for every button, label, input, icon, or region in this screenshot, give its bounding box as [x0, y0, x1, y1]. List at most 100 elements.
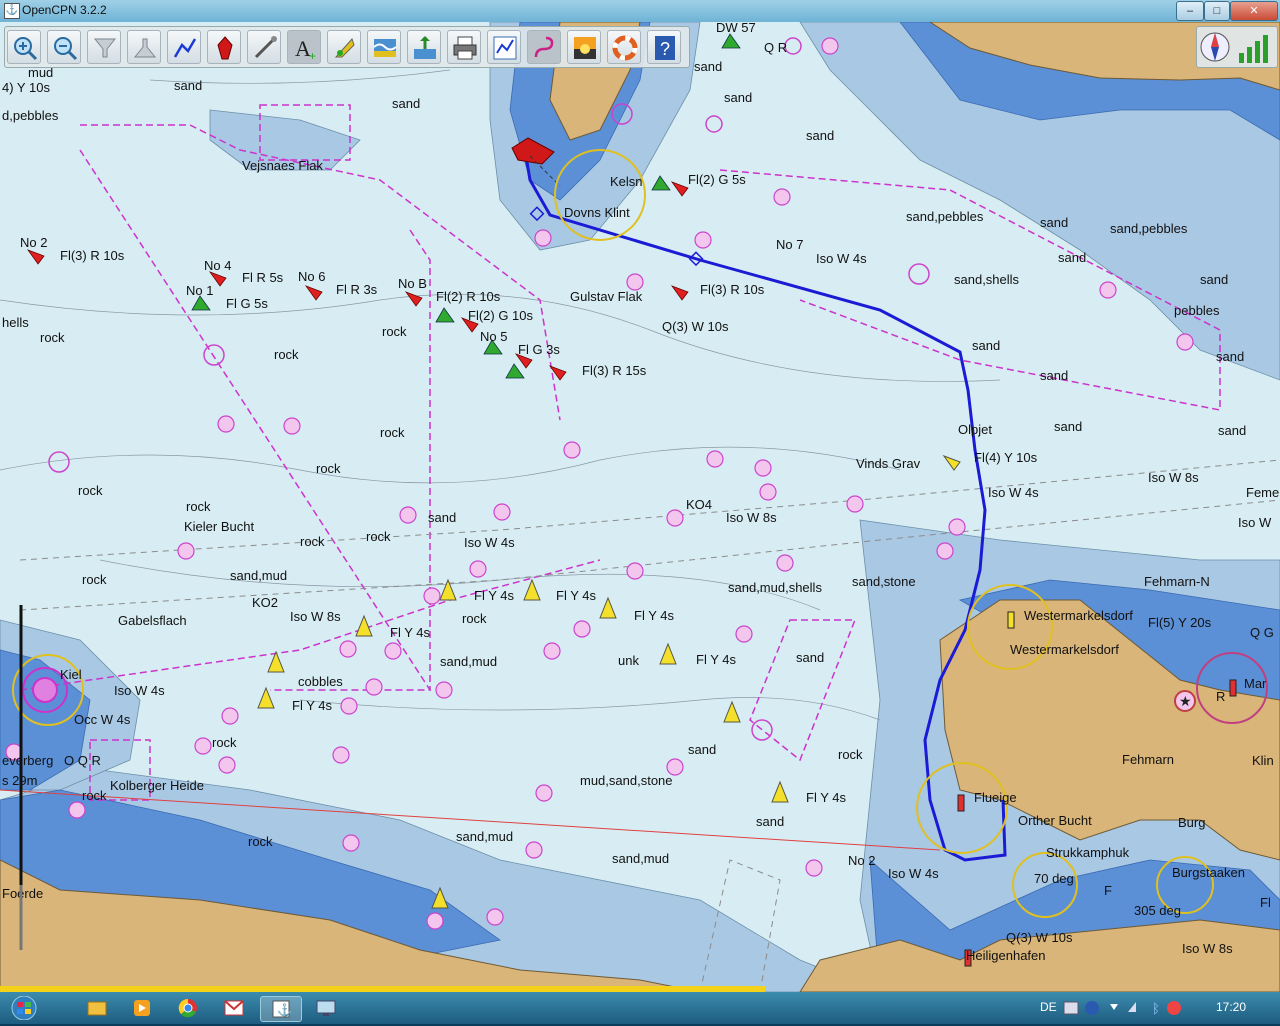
mob-button[interactable]	[607, 30, 641, 64]
svg-text:Fl R 5s: Fl R 5s	[242, 270, 284, 285]
svg-text:rock: rock	[366, 529, 391, 544]
sunset-icon	[574, 37, 596, 59]
svg-text:O Q R: O Q R	[64, 753, 101, 768]
svg-text:KO4: KO4	[686, 497, 712, 512]
funnel-up-icon	[133, 38, 157, 58]
help-tray-icon	[1085, 1001, 1099, 1015]
svg-text:Dovns Klint: Dovns Klint	[564, 205, 630, 220]
svg-text:rock: rock	[274, 347, 299, 362]
svg-text:Fl(5) Y 20s: Fl(5) Y 20s	[1148, 615, 1212, 630]
opencpn-icon: ⚓	[272, 1000, 292, 1018]
svg-text:rock: rock	[838, 747, 863, 762]
current-button[interactable]	[407, 30, 441, 64]
create-route-button[interactable]	[167, 30, 201, 64]
svg-text:Heiligenhafen: Heiligenhafen	[966, 948, 1046, 963]
network-icon	[1128, 1002, 1136, 1012]
taskbar-explorer[interactable]	[76, 996, 116, 1020]
track-icon	[534, 36, 554, 58]
close-button[interactable]: ✕	[1230, 1, 1278, 21]
svg-text:Fl(3) R 10s: Fl(3) R 10s	[700, 282, 765, 297]
svg-text:pebbles: pebbles	[1174, 303, 1220, 318]
svg-text:ᛒ: ᛒ	[1152, 1002, 1160, 1017]
svg-text:Iso W 8s: Iso W 8s	[1182, 941, 1233, 956]
svg-text:sand: sand	[724, 90, 752, 105]
svg-text:Q(3) W 10s: Q(3) W 10s	[662, 319, 729, 334]
svg-text:Westermarkelsdorf: Westermarkelsdorf	[1024, 608, 1133, 623]
text-a-icon: A+	[295, 36, 316, 61]
svg-text:Vinds Grav: Vinds Grav	[856, 456, 921, 471]
windows-taskbar: ⚓ DE ᛒ 17:20	[0, 986, 1280, 1024]
svg-text:Mar: Mar	[1244, 676, 1267, 691]
svg-text:Strukkamphuk: Strukkamphuk	[1046, 845, 1130, 860]
svg-text:Burg: Burg	[1178, 815, 1205, 830]
track-button[interactable]	[527, 30, 561, 64]
svg-text:Foerde: Foerde	[2, 886, 43, 901]
taskbar-chrome[interactable]	[168, 996, 208, 1020]
minimize-button[interactable]: –	[1176, 1, 1204, 21]
svg-text:No B: No B	[398, 276, 427, 291]
help-icon: ?	[655, 36, 675, 60]
svg-text:sand: sand	[1058, 250, 1086, 265]
zoom-in-button[interactable]	[7, 30, 41, 64]
svg-text:sand: sand	[694, 59, 722, 74]
svg-text:+: +	[309, 49, 316, 61]
print-button[interactable]	[447, 30, 481, 64]
window-titlebar: ⚓ OpenCPN 3.2.2 – □ ✕	[0, 0, 1280, 23]
tray-icons[interactable]: ᛒ	[1062, 998, 1182, 1018]
svg-text:KO2: KO2	[252, 595, 278, 610]
compass-rose-kiel	[32, 677, 58, 703]
svg-text:Fl G 3s: Fl G 3s	[518, 342, 560, 357]
svg-text:No 2: No 2	[848, 853, 875, 868]
clock[interactable]: 17:20	[1216, 1000, 1246, 1014]
svg-text:sand,shells: sand,shells	[954, 272, 1020, 287]
svg-text:Iso W 4s: Iso W 4s	[888, 866, 939, 881]
route-manager-icon	[493, 36, 517, 60]
svg-text:70 deg: 70 deg	[1034, 871, 1074, 886]
follow-ship-button[interactable]	[207, 30, 241, 64]
help-button[interactable]: ?	[647, 30, 681, 64]
taskbar-media[interactable]	[122, 996, 162, 1020]
svg-text:Fl(2) G 5s: Fl(2) G 5s	[688, 172, 746, 187]
text-button[interactable]: A +	[287, 30, 321, 64]
measure-button[interactable]	[247, 30, 281, 64]
start-button[interactable]	[4, 995, 44, 1021]
svg-text:★: ★	[1179, 693, 1192, 709]
svg-text:sand: sand	[1040, 215, 1068, 230]
zoom-out-button[interactable]	[47, 30, 81, 64]
svg-text:Fl Y 4s: Fl Y 4s	[390, 625, 430, 640]
taskbar-opencpn[interactable]: ⚓	[260, 996, 302, 1022]
svg-text:Kieler Bucht: Kieler Bucht	[184, 519, 254, 534]
svg-text:rock: rock	[382, 324, 407, 339]
svg-text:Q G: Q G	[1250, 625, 1274, 640]
zoom-out-icon	[54, 37, 78, 61]
svg-text:cobbles: cobbles	[298, 674, 343, 689]
svg-text:Iso W 4s: Iso W 4s	[464, 535, 515, 550]
route-manager-button[interactable]	[487, 30, 521, 64]
svg-text:No 4: No 4	[204, 258, 231, 273]
scale-in-button[interactable]	[87, 30, 121, 64]
tide-button[interactable]	[367, 30, 401, 64]
restricted-star: ★	[1174, 690, 1196, 712]
svg-text:sand: sand	[806, 128, 834, 143]
taskbar-remote[interactable]	[306, 996, 346, 1020]
svg-text:Burgstaaken: Burgstaaken	[1172, 865, 1245, 880]
svg-text:Iso W 4s: Iso W 4s	[114, 683, 165, 698]
svg-text:Fl(3) R 15s: Fl(3) R 15s	[582, 363, 647, 378]
svg-text:sand: sand	[1218, 423, 1246, 438]
svg-text:Fl(4) Y 10s: Fl(4) Y 10s	[974, 450, 1038, 465]
ais-button[interactable]	[327, 30, 361, 64]
svg-text:sand,mud: sand,mud	[456, 829, 513, 844]
color-scheme-button[interactable]	[567, 30, 601, 64]
nautical-chart[interactable]: ★ mud 4) Y 10s sand sand d,pebbles Vejsn…	[0, 22, 1280, 992]
svg-text:Kolberger Heide: Kolberger Heide	[110, 778, 204, 793]
svg-text:hells: hells	[2, 315, 29, 330]
svg-text:305 deg: 305 deg	[1134, 903, 1181, 918]
scale-out-button[interactable]	[127, 30, 161, 64]
svg-text:Fl(3) R 10s: Fl(3) R 10s	[60, 248, 125, 263]
language-indicator[interactable]: DE	[1040, 1000, 1057, 1014]
lifebuoy-icon	[612, 35, 638, 61]
taskbar-mail[interactable]	[214, 996, 254, 1020]
svg-text:rock: rock	[186, 499, 211, 514]
compass-icon	[1200, 32, 1268, 63]
maximize-button[interactable]: □	[1204, 1, 1230, 21]
